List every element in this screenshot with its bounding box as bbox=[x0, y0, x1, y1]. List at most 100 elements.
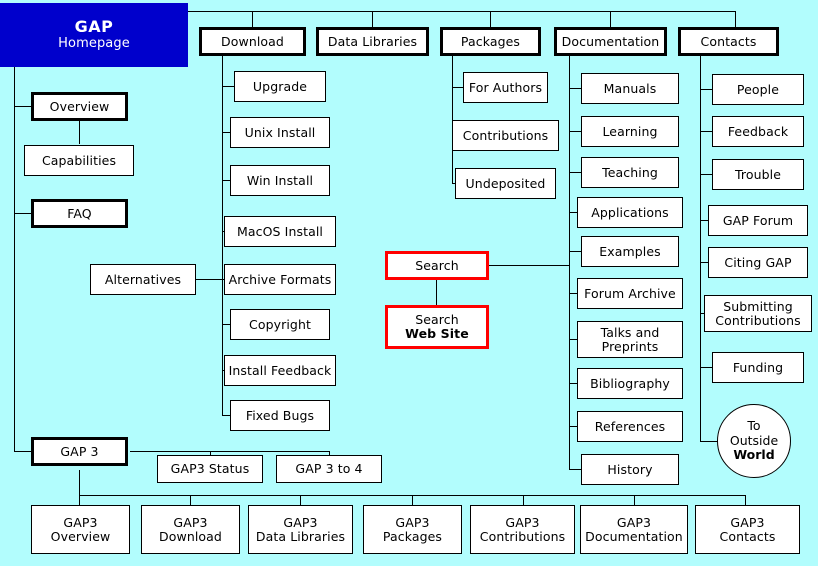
download-item-label: Install Feedback bbox=[228, 362, 332, 378]
contacts-item-label: Funding bbox=[732, 359, 784, 375]
download-item-win-install[interactable]: Win Install bbox=[230, 165, 330, 196]
connector-download-upgrade bbox=[222, 86, 234, 87]
nav-contacts-label: Contacts bbox=[700, 33, 757, 49]
packages-item-contributions[interactable]: Contributions bbox=[452, 120, 559, 151]
download-item-label: MacOS Install bbox=[237, 223, 323, 239]
contacts-item-gap-forum[interactable]: GAP Forum bbox=[708, 205, 808, 236]
download-item-copyright[interactable]: Copyright bbox=[230, 309, 330, 340]
gap3-row-packages[interactable]: GAP3 Packages bbox=[363, 505, 462, 554]
documentation-item-label-line1: Talks and bbox=[600, 324, 660, 340]
connector-gap3row-packages bbox=[412, 495, 413, 505]
packages-item-for-authors[interactable]: For Authors bbox=[463, 72, 548, 103]
documentation-item-talks-and-preprints[interactable]: Talks and Preprints bbox=[577, 321, 683, 358]
overview-label: Overview bbox=[49, 98, 110, 114]
outside-world-line2: Outside bbox=[729, 432, 779, 448]
download-item-fixed-bugs[interactable]: Fixed Bugs bbox=[230, 400, 330, 431]
gap3-row-download[interactable]: GAP3 Download bbox=[141, 505, 240, 554]
gap3-row-label-line1: GAP3 bbox=[283, 514, 318, 530]
documentation-item-bibliography[interactable]: Bibliography bbox=[577, 368, 683, 399]
download-item-upgrade[interactable]: Upgrade bbox=[234, 71, 326, 102]
gap3-row-contacts[interactable]: GAP3 Contacts bbox=[695, 505, 800, 554]
documentation-item-learning[interactable]: Learning bbox=[581, 116, 679, 147]
download-item-unix-install[interactable]: Unix Install bbox=[230, 117, 330, 148]
gap3-row-overview[interactable]: GAP3 Overview bbox=[31, 505, 130, 554]
documentation-item-label: Bibliography bbox=[590, 375, 670, 391]
nav-data-libraries[interactable]: Data Libraries bbox=[316, 27, 429, 56]
documentation-item-label: History bbox=[607, 461, 653, 477]
gap3-row-contributions[interactable]: GAP3 Contributions bbox=[470, 505, 575, 554]
gap3-row-label-line1: GAP3 bbox=[505, 514, 540, 530]
connector-search-to-documentation bbox=[489, 265, 569, 266]
nav-packages-label: Packages bbox=[460, 33, 521, 49]
nav-contacts[interactable]: Contacts bbox=[678, 27, 779, 56]
contacts-item-citing-gap[interactable]: Citing GAP bbox=[708, 247, 808, 278]
gap3-status-box[interactable]: GAP3 Status bbox=[157, 455, 263, 483]
nav-packages[interactable]: Packages bbox=[440, 27, 541, 56]
overview-box[interactable]: Overview bbox=[31, 92, 128, 121]
gap3-label: GAP 3 bbox=[60, 443, 99, 459]
connector-search-website bbox=[436, 280, 437, 305]
documentation-item-label: References bbox=[594, 418, 666, 434]
gap3-to-4-label: GAP 3 to 4 bbox=[295, 461, 363, 476]
outside-world-circle[interactable]: To Outside World bbox=[717, 404, 791, 478]
documentation-item-history[interactable]: History bbox=[581, 454, 679, 485]
documentation-item-label: Teaching bbox=[602, 164, 658, 180]
documentation-item-references[interactable]: References bbox=[577, 411, 683, 442]
documentation-item-manuals[interactable]: Manuals bbox=[581, 73, 679, 104]
contacts-item-funding[interactable]: Funding bbox=[712, 352, 804, 383]
packages-item-label: Undeposited bbox=[465, 175, 546, 191]
connector-left-overview bbox=[14, 106, 32, 107]
documentation-item-forum-archive[interactable]: Forum Archive bbox=[577, 278, 683, 309]
contacts-item-feedback[interactable]: Feedback bbox=[712, 116, 804, 147]
home-box[interactable]: GAP Homepage bbox=[0, 3, 188, 67]
contacts-item-label-line2: Contributions bbox=[715, 312, 801, 328]
nav-documentation[interactable]: Documentation bbox=[554, 27, 667, 56]
contacts-item-trouble[interactable]: Trouble bbox=[712, 159, 804, 190]
documentation-item-teaching[interactable]: Teaching bbox=[581, 157, 679, 188]
gap3-to-4-box[interactable]: GAP 3 to 4 bbox=[276, 455, 382, 483]
capabilities-box[interactable]: Capabilities bbox=[24, 145, 134, 176]
connector-packages-forauthors bbox=[452, 87, 463, 88]
connector-doc-learning bbox=[569, 131, 581, 132]
connector-doc-history bbox=[569, 469, 581, 470]
capabilities-label: Capabilities bbox=[41, 152, 117, 168]
packages-item-undeposited[interactable]: Undeposited bbox=[455, 168, 556, 199]
contacts-item-label-line1: Submitting bbox=[723, 298, 793, 314]
documentation-item-applications[interactable]: Applications bbox=[577, 197, 683, 228]
documentation-item-label-line2: Preprints bbox=[601, 338, 659, 354]
gap3-row-data-libraries[interactable]: GAP3 Data Libraries bbox=[248, 505, 353, 554]
connector-contacts-feedback bbox=[700, 131, 712, 132]
gap3-row-label-line2: Packages bbox=[382, 528, 443, 544]
connector-top-download bbox=[252, 11, 253, 27]
gap3-row-documentation[interactable]: GAP3 Documentation bbox=[580, 505, 688, 554]
faq-box[interactable]: FAQ bbox=[31, 199, 128, 228]
documentation-item-label: Examples bbox=[599, 243, 661, 259]
connector-contacts-people bbox=[700, 89, 712, 90]
gap3-row-label-line1: GAP3 bbox=[173, 514, 208, 530]
download-item-archive-formats[interactable]: Archive Formats bbox=[224, 264, 336, 295]
gap3-box[interactable]: GAP 3 bbox=[31, 437, 128, 466]
connector-top-trunk bbox=[188, 11, 736, 12]
search-web-site-box[interactable]: Search Web Site bbox=[385, 305, 489, 349]
connector-packages-trunk bbox=[452, 55, 453, 183]
search-web-site-label-line1: Search bbox=[415, 312, 459, 327]
download-item-macos-install[interactable]: MacOS Install bbox=[224, 216, 336, 247]
contacts-item-submitting-contributions[interactable]: Submitting Contributions bbox=[704, 295, 812, 332]
connector-top-datalibraries bbox=[372, 11, 373, 27]
download-item-label: Unix Install bbox=[244, 124, 316, 140]
download-item-label: Archive Formats bbox=[228, 271, 332, 287]
nav-download[interactable]: Download bbox=[199, 27, 306, 56]
gap3-row-label-line2: Overview bbox=[50, 528, 111, 544]
alternatives-box[interactable]: Alternatives bbox=[90, 264, 196, 295]
download-item-label: Fixed Bugs bbox=[245, 407, 315, 423]
search-box[interactable]: Search bbox=[385, 251, 489, 280]
download-item-install-feedback[interactable]: Install Feedback bbox=[224, 355, 336, 386]
contacts-item-people[interactable]: People bbox=[712, 74, 804, 105]
documentation-item-examples[interactable]: Examples bbox=[581, 236, 679, 267]
download-item-label: Copyright bbox=[249, 316, 311, 332]
connector-contacts-outsideworld bbox=[700, 441, 718, 442]
connector-gap3row-contributions bbox=[523, 495, 524, 505]
nav-data-libraries-label: Data Libraries bbox=[327, 33, 418, 49]
connector-alternatives bbox=[196, 279, 222, 280]
connector-top-contacts bbox=[735, 11, 736, 27]
